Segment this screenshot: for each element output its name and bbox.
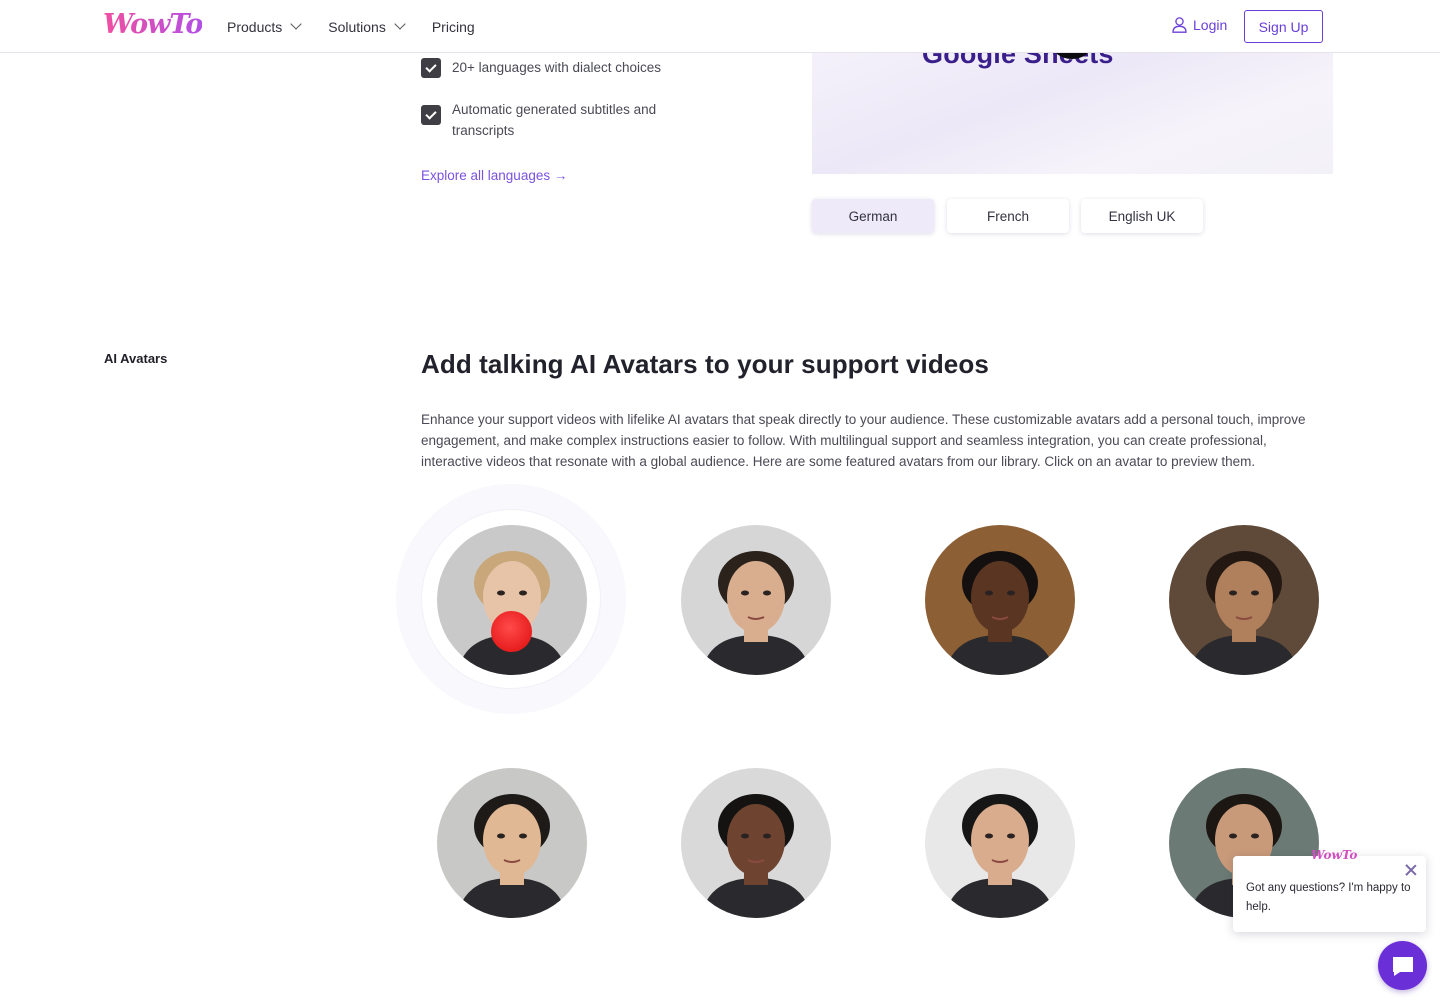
avatar-option[interactable] [681,525,831,675]
explore-languages-link[interactable]: Explore all languages → [421,168,567,183]
chevron-down-icon [394,18,406,30]
chat-launcher-button[interactable] [1378,941,1427,990]
language-video-preview[interactable]: Google Sheets [812,53,1333,174]
login-label: Login [1193,17,1228,33]
section-label: AI Avatars [104,351,168,366]
avatar-portrait [681,768,831,918]
avatar-portrait [925,525,1075,675]
avatar-option[interactable] [437,525,587,675]
avatar-portrait [681,525,831,675]
avatar-portrait [437,525,587,675]
chat-message: Got any questions? I'm happy to help. [1246,882,1411,913]
section-title: Add talking AI Avatars to your support v… [421,349,989,379]
site-header: WowTo Products Solutions Pricing Login S… [0,0,1440,53]
recording-indicator-icon [491,611,532,652]
avatar-option[interactable] [1169,525,1319,675]
feature-text: 20+ languages with dialect choices [452,60,662,75]
chat-bubble-icon [1392,956,1413,976]
nav-solutions[interactable]: Solutions [328,18,406,35]
preview-text: Google Sheets [922,53,1114,69]
sign-up-button[interactable]: Sign Up [1244,10,1323,43]
main-nav: Products Solutions Pricing [227,0,503,53]
feature-item: Automatic generated subtitles and transc… [421,99,682,141]
language-option-english-uk[interactable]: English UK [1081,199,1203,233]
avatar-option[interactable] [925,768,1075,918]
close-icon[interactable] [1404,863,1418,877]
chat-popup: WowTo Got any questions? I'm happy to he… [1233,848,1426,932]
wowto-logo[interactable]: WowTo [103,9,203,40]
chevron-down-icon [290,18,302,30]
login-link[interactable]: Login [1172,17,1227,33]
user-icon [1172,17,1187,33]
feature-item: 20+ languages with dialect choices [421,57,682,78]
avatar-portrait [1169,525,1319,675]
chat-logo: WowTo [1311,848,1358,862]
avatar-option[interactable] [925,525,1075,675]
avatar-option[interactable] [437,768,587,918]
nav-pricing[interactable]: Pricing [432,19,475,35]
checkbox-checked-icon [421,58,441,78]
nav-pricing-label: Pricing [431,18,475,35]
section-description: Enhance your support videos with lifelik… [421,412,1306,469]
avatar-portrait [437,768,587,918]
language-option-german[interactable]: German [812,199,934,233]
feature-text: Automatic generated subtitles and transc… [452,102,657,138]
checkbox-checked-icon [421,105,441,125]
nav-solutions-label: Solutions [328,18,386,35]
avatar-option[interactable] [681,768,831,918]
avatar-portrait [925,768,1075,918]
language-option-french[interactable]: French [947,199,1069,233]
nav-products-label: Products [227,18,283,35]
nav-products[interactable]: Products [227,18,302,35]
